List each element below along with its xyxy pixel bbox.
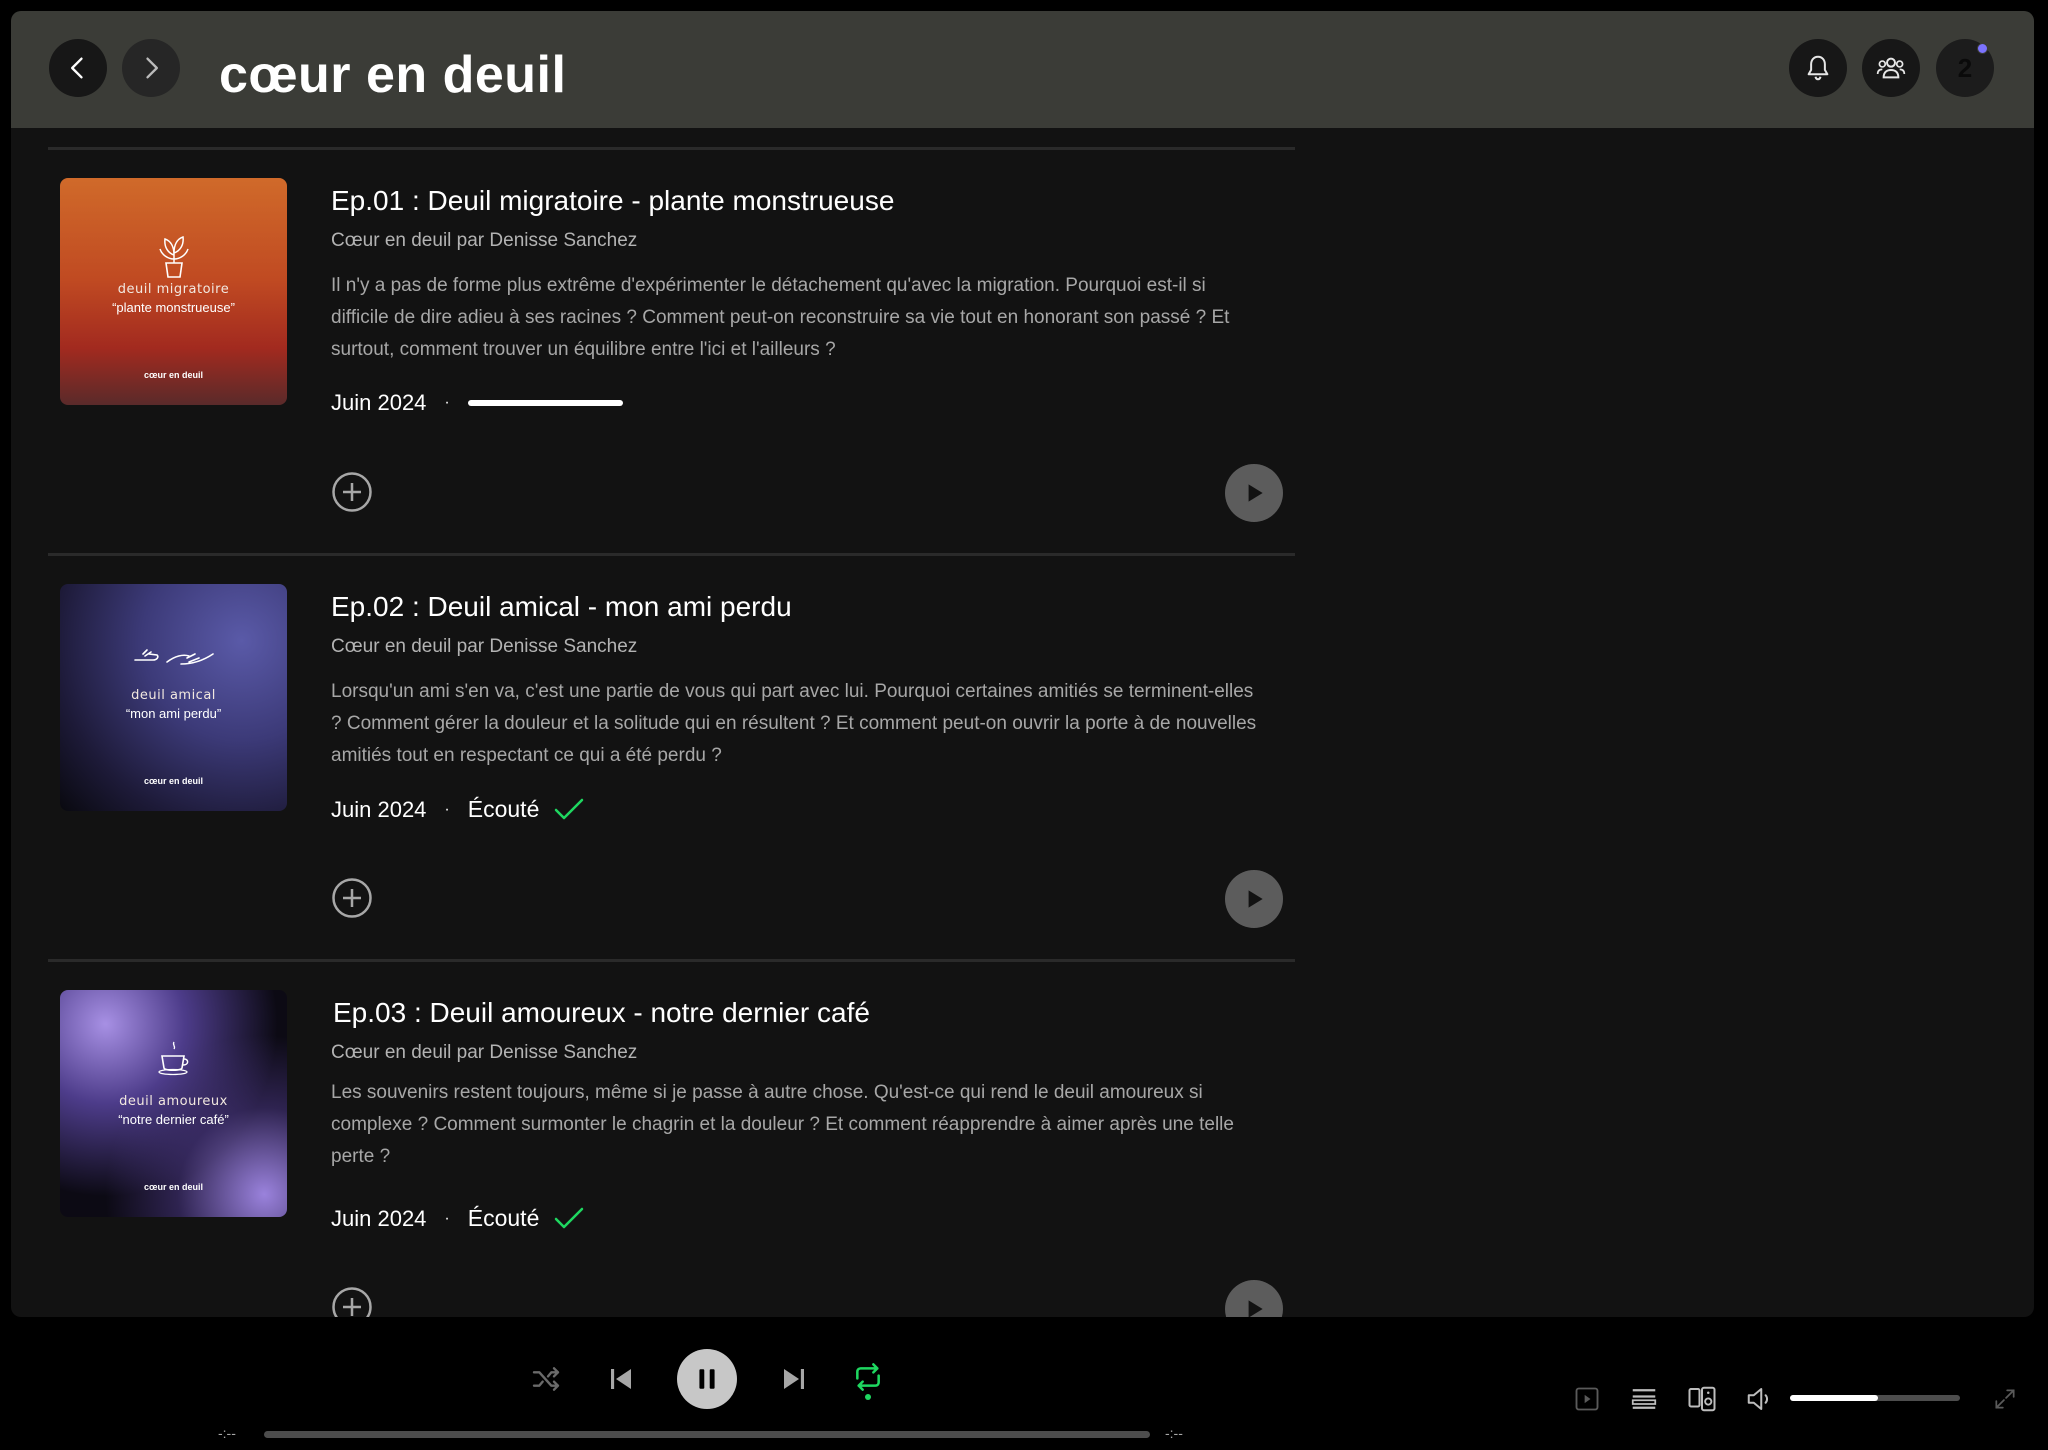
now-playing-view-button[interactable] [1570,1382,1604,1416]
skip-back-icon [611,1369,631,1389]
episode-title[interactable]: Ep.02 : Deuil amical - mon ami perdu [331,591,792,623]
play-episode-button[interactable] [1225,870,1283,928]
episode-list: deuil migratoire “plante monstrueuse” cœ… [48,147,1295,1317]
play-icon [1248,1300,1263,1317]
episode-show-name[interactable]: Cœur en deuil par Denisse Sanchez [331,230,637,252]
fullscreen-button[interactable] [1990,1384,2020,1414]
queue-button[interactable] [1627,1382,1661,1416]
user-avatar-button[interactable]: 2 [1936,39,1994,97]
friends-icon [1876,57,1906,79]
episode-item[interactable]: deuil amical “mon ami perdu” cœur en deu… [48,553,1295,959]
repeat-icon [856,1363,880,1391]
plant-icon [60,233,287,284]
episode-item[interactable]: deuil migratoire “plante monstrueuse” cœ… [48,147,1295,553]
bell-icon [1807,55,1829,81]
cover-logo: cœur en deuil [143,370,203,380]
add-to-library-button[interactable] [331,877,373,919]
avatar-badge-count: 2 [1957,52,1973,83]
shuffle-button[interactable] [527,1360,565,1398]
cover-title-line: deuil migratoire [117,282,230,297]
page-title: cœur en deuil [219,46,567,104]
episode-cover[interactable]: deuil amoureux “notre dernier café” cœur… [60,990,287,1217]
hands-icon [60,644,287,679]
devices-icon [1688,1386,1716,1412]
episode-show-name[interactable]: Cœur en deuil par Denisse Sanchez [331,1042,637,1064]
previous-button[interactable] [602,1360,640,1398]
episode-title[interactable]: Ep.01 : Deuil migratoire - plante monstr… [331,185,894,217]
plus-circle-icon [332,878,372,918]
listened-status: Écouté [467,1205,540,1231]
cover-logo: cœur en deuil [143,1182,203,1192]
meta-separator: · [444,1209,450,1227]
plus-circle-icon [332,1287,372,1317]
episode-item[interactable]: deuil amoureux “notre dernier café” cœur… [48,959,1295,1317]
fullscreen-icon [1995,1389,2015,1409]
repeat-button[interactable] [849,1358,887,1404]
pause-button[interactable] [677,1349,737,1409]
episode-meta: Juin 2024 · [331,390,623,416]
meta-separator: · [444,394,450,411]
cover-subtitle-line: “notre dernier café” [118,1112,229,1127]
episode-date: Juin 2024 [331,796,427,822]
play-icon [1248,890,1263,908]
volume-icon [1747,1388,1769,1410]
cover-subtitle-line: “mon ami perdu” [125,706,222,721]
mute-button[interactable] [1743,1382,1777,1416]
repeat-active-dot [865,1394,871,1400]
meta-separator: · [444,800,450,818]
skip-forward-icon [784,1369,804,1389]
play-icon [1248,484,1263,502]
remaining-time: -:-- [1165,1425,1183,1441]
chevron-right-icon [146,57,158,79]
cover-logo: cœur en deuil [143,776,203,786]
cover-title-line: deuil amical [131,688,216,703]
checkmark-icon [555,1207,584,1228]
episode-description: Il n'y a pas de forme plus extrême d'exp… [331,275,1230,360]
shuffle-icon [532,1367,560,1391]
notifications-button[interactable] [1789,39,1847,97]
elapsed-time: -:-- [218,1425,236,1441]
connect-device-button[interactable] [1685,1382,1719,1416]
cover-subtitle-line: “plante monstrueuse” [112,300,235,315]
notification-dot-icon [1977,43,1988,54]
episode-meta: Juin 2024 · Écouté [331,796,585,823]
seek-bar[interactable] [264,1431,1150,1438]
chevron-left-icon [71,57,83,79]
forward-button[interactable] [122,39,180,97]
add-to-library-button[interactable] [331,1286,373,1317]
listened-status: Écouté [467,796,540,822]
episode-cover[interactable]: deuil migratoire “plante monstrueuse” cœ… [60,178,287,405]
volume-slider-fill [1790,1395,1879,1401]
episode-description: Lorsqu'un ami s'en va, c'est une partie … [331,681,1257,766]
coffee-cup-icon [60,1038,287,1083]
main-panel: cœur en deuil 2 deuil migratoire “plante… [11,11,2034,1317]
episode-progress-bar [467,400,623,406]
play-episode-button[interactable] [1225,464,1283,522]
episode-description: Les souvenirs restent toujours, même si … [331,1082,1234,1167]
play-episode-button[interactable] [1225,1280,1283,1317]
volume-slider[interactable] [1790,1395,1960,1401]
plus-circle-icon [332,472,372,512]
top-bar: cœur en deuil 2 [11,11,2034,128]
add-to-library-button[interactable] [331,471,373,513]
checkmark-icon [555,798,584,819]
episode-date: Juin 2024 [331,390,427,415]
cover-title-line: deuil amoureux [119,1094,228,1109]
pause-icon [699,1369,715,1389]
episode-title[interactable]: Ep.03 : Deuil amoureux - notre dernier c… [333,997,870,1029]
next-button[interactable] [775,1360,813,1398]
back-button[interactable] [49,39,107,97]
friend-activity-button[interactable] [1862,39,1920,97]
queue-icon [1631,1389,1657,1409]
episode-meta: Juin 2024 · Écouté [331,1205,585,1232]
episode-date: Juin 2024 [331,1205,427,1231]
now-playing-icon [1575,1387,1599,1411]
episode-cover[interactable]: deuil amical “mon ami perdu” cœur en deu… [60,584,287,811]
episode-show-name[interactable]: Cœur en deuil par Denisse Sanchez [331,636,637,658]
